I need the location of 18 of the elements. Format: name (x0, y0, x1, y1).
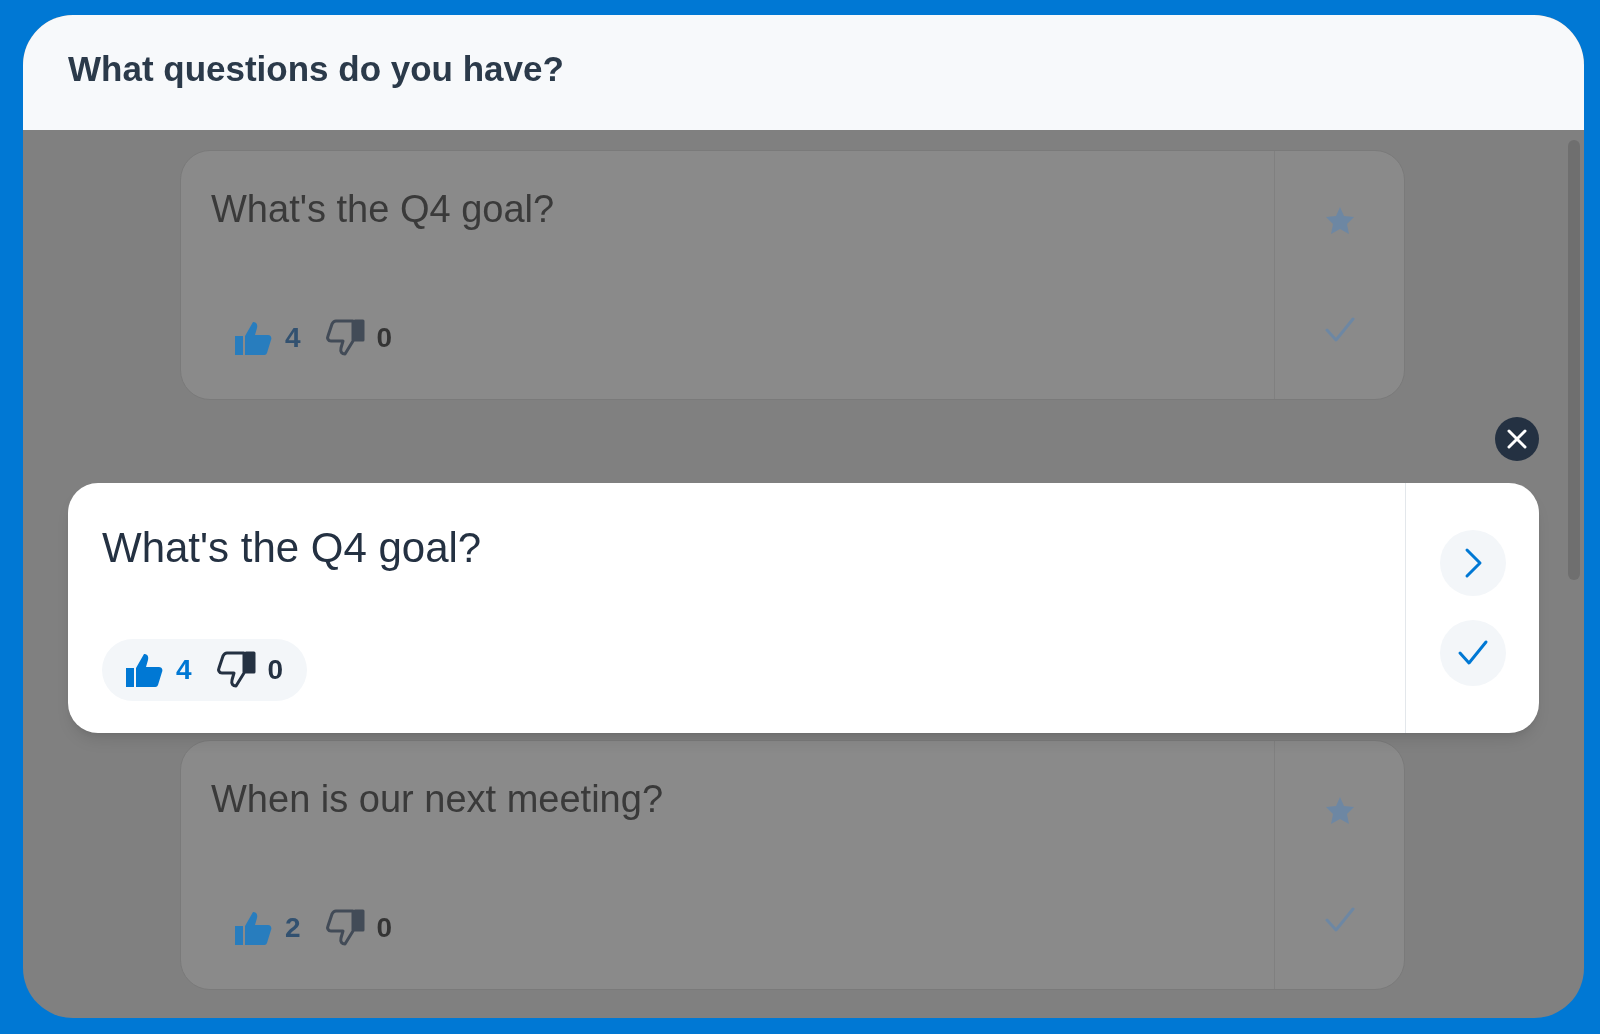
thumbs-up-icon (124, 651, 164, 689)
thumbs-up-icon (233, 319, 273, 357)
question-text: What's the Q4 goal? (211, 187, 556, 232)
thumbs-down-icon (215, 651, 256, 689)
like-count: 4 (176, 653, 192, 687)
like-count: 2 (285, 911, 301, 945)
question-text: What's the Q4 goal? (102, 523, 483, 573)
like-count: 4 (285, 321, 301, 355)
dislike-count: 0 (267, 653, 284, 687)
thumbs-up-icon (233, 909, 273, 947)
thumbs-down-icon (324, 909, 365, 947)
page-title: What questions do you have? (68, 48, 564, 91)
thumbs-down-icon (324, 319, 365, 357)
question-text: When is our next meeting? (211, 777, 664, 822)
close-button[interactable] (1495, 417, 1539, 461)
dislike-count: 0 (376, 911, 393, 945)
dislike-count: 0 (376, 321, 393, 355)
close-icon (1506, 428, 1528, 450)
